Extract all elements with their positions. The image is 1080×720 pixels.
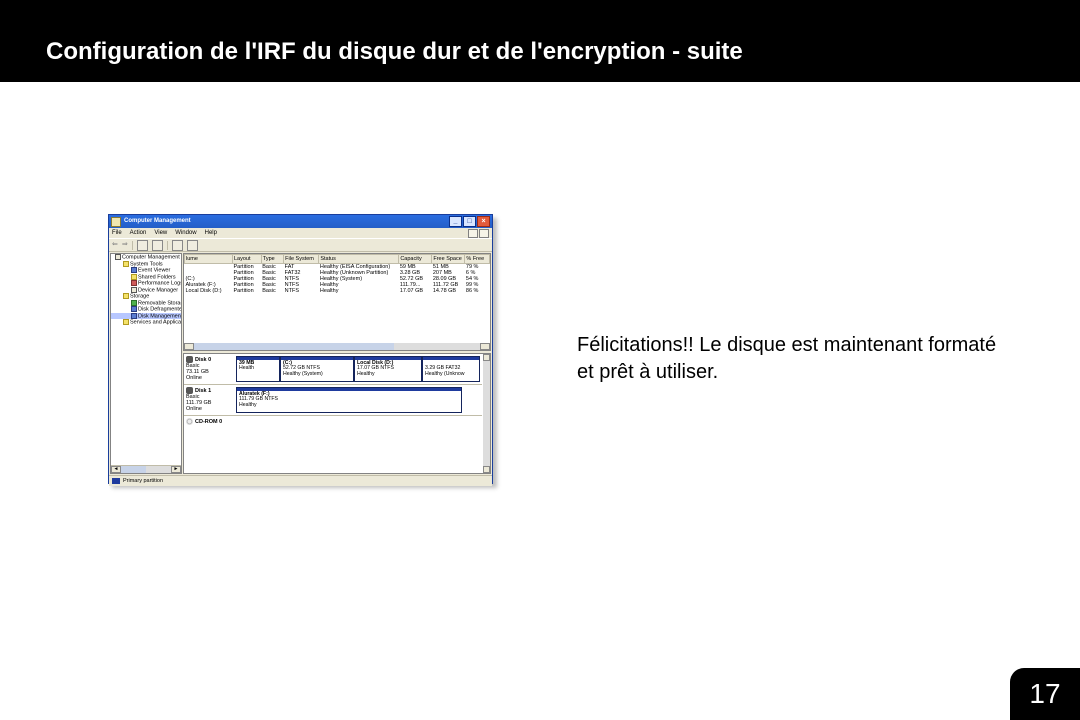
menu-action[interactable]: Action xyxy=(130,230,147,237)
workspace: Computer Management (Local)System ToolsE… xyxy=(109,252,492,475)
fold-icon xyxy=(123,293,129,299)
status-bar: Primary partition xyxy=(109,475,492,486)
column-header[interactable]: Type xyxy=(261,255,283,264)
menu-window[interactable]: Window xyxy=(175,230,196,237)
blu-icon xyxy=(131,313,137,319)
toolbar-button-4[interactable] xyxy=(187,240,198,251)
title-bar[interactable]: Computer Management _ □ × xyxy=(109,215,492,228)
disk-icon xyxy=(186,418,193,425)
disk-label: Disk 1Basic111.79 GBOnline xyxy=(184,385,236,415)
column-header[interactable]: lume xyxy=(185,255,233,264)
column-header[interactable]: Status xyxy=(319,255,399,264)
disk-label: CD-ROM 0 xyxy=(184,416,236,446)
partition[interactable]: (C:)52.72 GB NTFSHealthy (System) xyxy=(280,356,354,382)
scroll-thumb[interactable] xyxy=(194,343,394,350)
comp-icon xyxy=(131,287,137,293)
toolbar-button-3[interactable] xyxy=(172,240,183,251)
tree-pane[interactable]: Computer Management (Local)System ToolsE… xyxy=(110,253,182,474)
volume-list[interactable]: lumeLayoutTypeFile SystemStatusCapacityF… xyxy=(183,253,491,351)
menu-bar: File Action View Window Help xyxy=(109,228,492,238)
disk-icon xyxy=(186,387,193,394)
fold-icon xyxy=(123,261,129,267)
body-text: Félicitations!! Le disque est maintenant… xyxy=(577,332,997,386)
app-icon xyxy=(111,217,121,227)
forward-icon[interactable]: ⇒ xyxy=(122,241,128,249)
toolbar-button-1[interactable] xyxy=(137,240,148,251)
column-header[interactable]: % Free xyxy=(465,255,490,264)
toolbar-button-2[interactable] xyxy=(152,240,163,251)
volume-hscroll[interactable] xyxy=(184,343,490,350)
partition[interactable]: 39 MBHealth xyxy=(236,356,280,382)
partition[interactable]: Aluratek (F:)111.79 GB NTFSHealthy xyxy=(236,387,462,413)
right-pane: lumeLayoutTypeFile SystemStatusCapacityF… xyxy=(183,253,491,474)
tree-item[interactable]: Services and Applications xyxy=(111,319,181,326)
maximize-button[interactable]: □ xyxy=(463,216,476,227)
page-header: Configuration de l'IRF du disque dur et … xyxy=(0,0,1080,82)
grn-icon xyxy=(131,300,137,306)
mdi-minimize-icon[interactable] xyxy=(468,229,478,238)
scroll-down-icon[interactable] xyxy=(483,466,490,473)
table-row[interactable]: Local Disk (D:)PartitionBasicNTFSHealthy… xyxy=(185,288,490,294)
menu-help[interactable]: Help xyxy=(205,230,217,237)
page-number: 17 xyxy=(1010,668,1080,720)
menu-view[interactable]: View xyxy=(154,230,167,237)
minimize-button[interactable]: _ xyxy=(449,216,462,227)
window-title: Computer Management xyxy=(124,218,191,225)
fold-icon xyxy=(123,319,129,325)
close-button[interactable]: × xyxy=(477,216,490,227)
disk-map-vscroll[interactable] xyxy=(483,354,490,473)
menu-file[interactable]: File xyxy=(112,230,122,237)
blu-icon xyxy=(131,267,137,273)
column-header[interactable]: Capacity xyxy=(399,255,432,264)
legend-label: Primary partition xyxy=(123,478,163,484)
legend-swatch-icon xyxy=(112,478,120,484)
toolbar: ⇐ ⇒ xyxy=(109,238,492,252)
disk-row[interactable]: Disk 0Basic73.11 GBOnline39 MBHealth(C:)… xyxy=(184,354,482,384)
fold-icon xyxy=(131,274,137,280)
screenshot: Computer Management _ □ × File Action Vi… xyxy=(108,214,493,484)
red-icon xyxy=(131,280,137,286)
mdi-close-icon[interactable] xyxy=(479,229,489,238)
disk-map[interactable]: Disk 0Basic73.11 GBOnline39 MBHealth(C:)… xyxy=(183,353,491,474)
blu-icon xyxy=(131,306,137,312)
disk-row[interactable]: Disk 1Basic111.79 GBOnlineAluratek (F:)1… xyxy=(184,384,482,415)
comp-icon xyxy=(115,254,121,260)
column-header[interactable]: File System xyxy=(284,255,319,264)
disk-row[interactable]: CD-ROM 0 xyxy=(184,415,482,446)
back-icon[interactable]: ⇐ xyxy=(112,241,118,249)
partition[interactable]: 3.29 GB FAT32Healthy (Unknow xyxy=(422,356,480,382)
column-header[interactable]: Free Space xyxy=(432,255,465,264)
disk-icon xyxy=(186,356,193,363)
page-title: Configuration de l'IRF du disque dur et … xyxy=(46,38,743,66)
window: Computer Management _ □ × File Action Vi… xyxy=(108,214,493,484)
scroll-left-icon[interactable] xyxy=(184,343,194,350)
scroll-up-icon[interactable] xyxy=(483,354,490,361)
tree-item[interactable]: Computer Management (Local) xyxy=(111,254,181,261)
disk-label: Disk 0Basic73.11 GBOnline xyxy=(184,354,236,384)
scroll-right-icon[interactable] xyxy=(480,343,490,350)
partition[interactable]: Local Disk (D:)17.07 GB NTFSHealthy xyxy=(354,356,422,382)
column-header[interactable]: Layout xyxy=(232,255,261,264)
tree-hscroll[interactable]: ◄► xyxy=(111,465,181,473)
